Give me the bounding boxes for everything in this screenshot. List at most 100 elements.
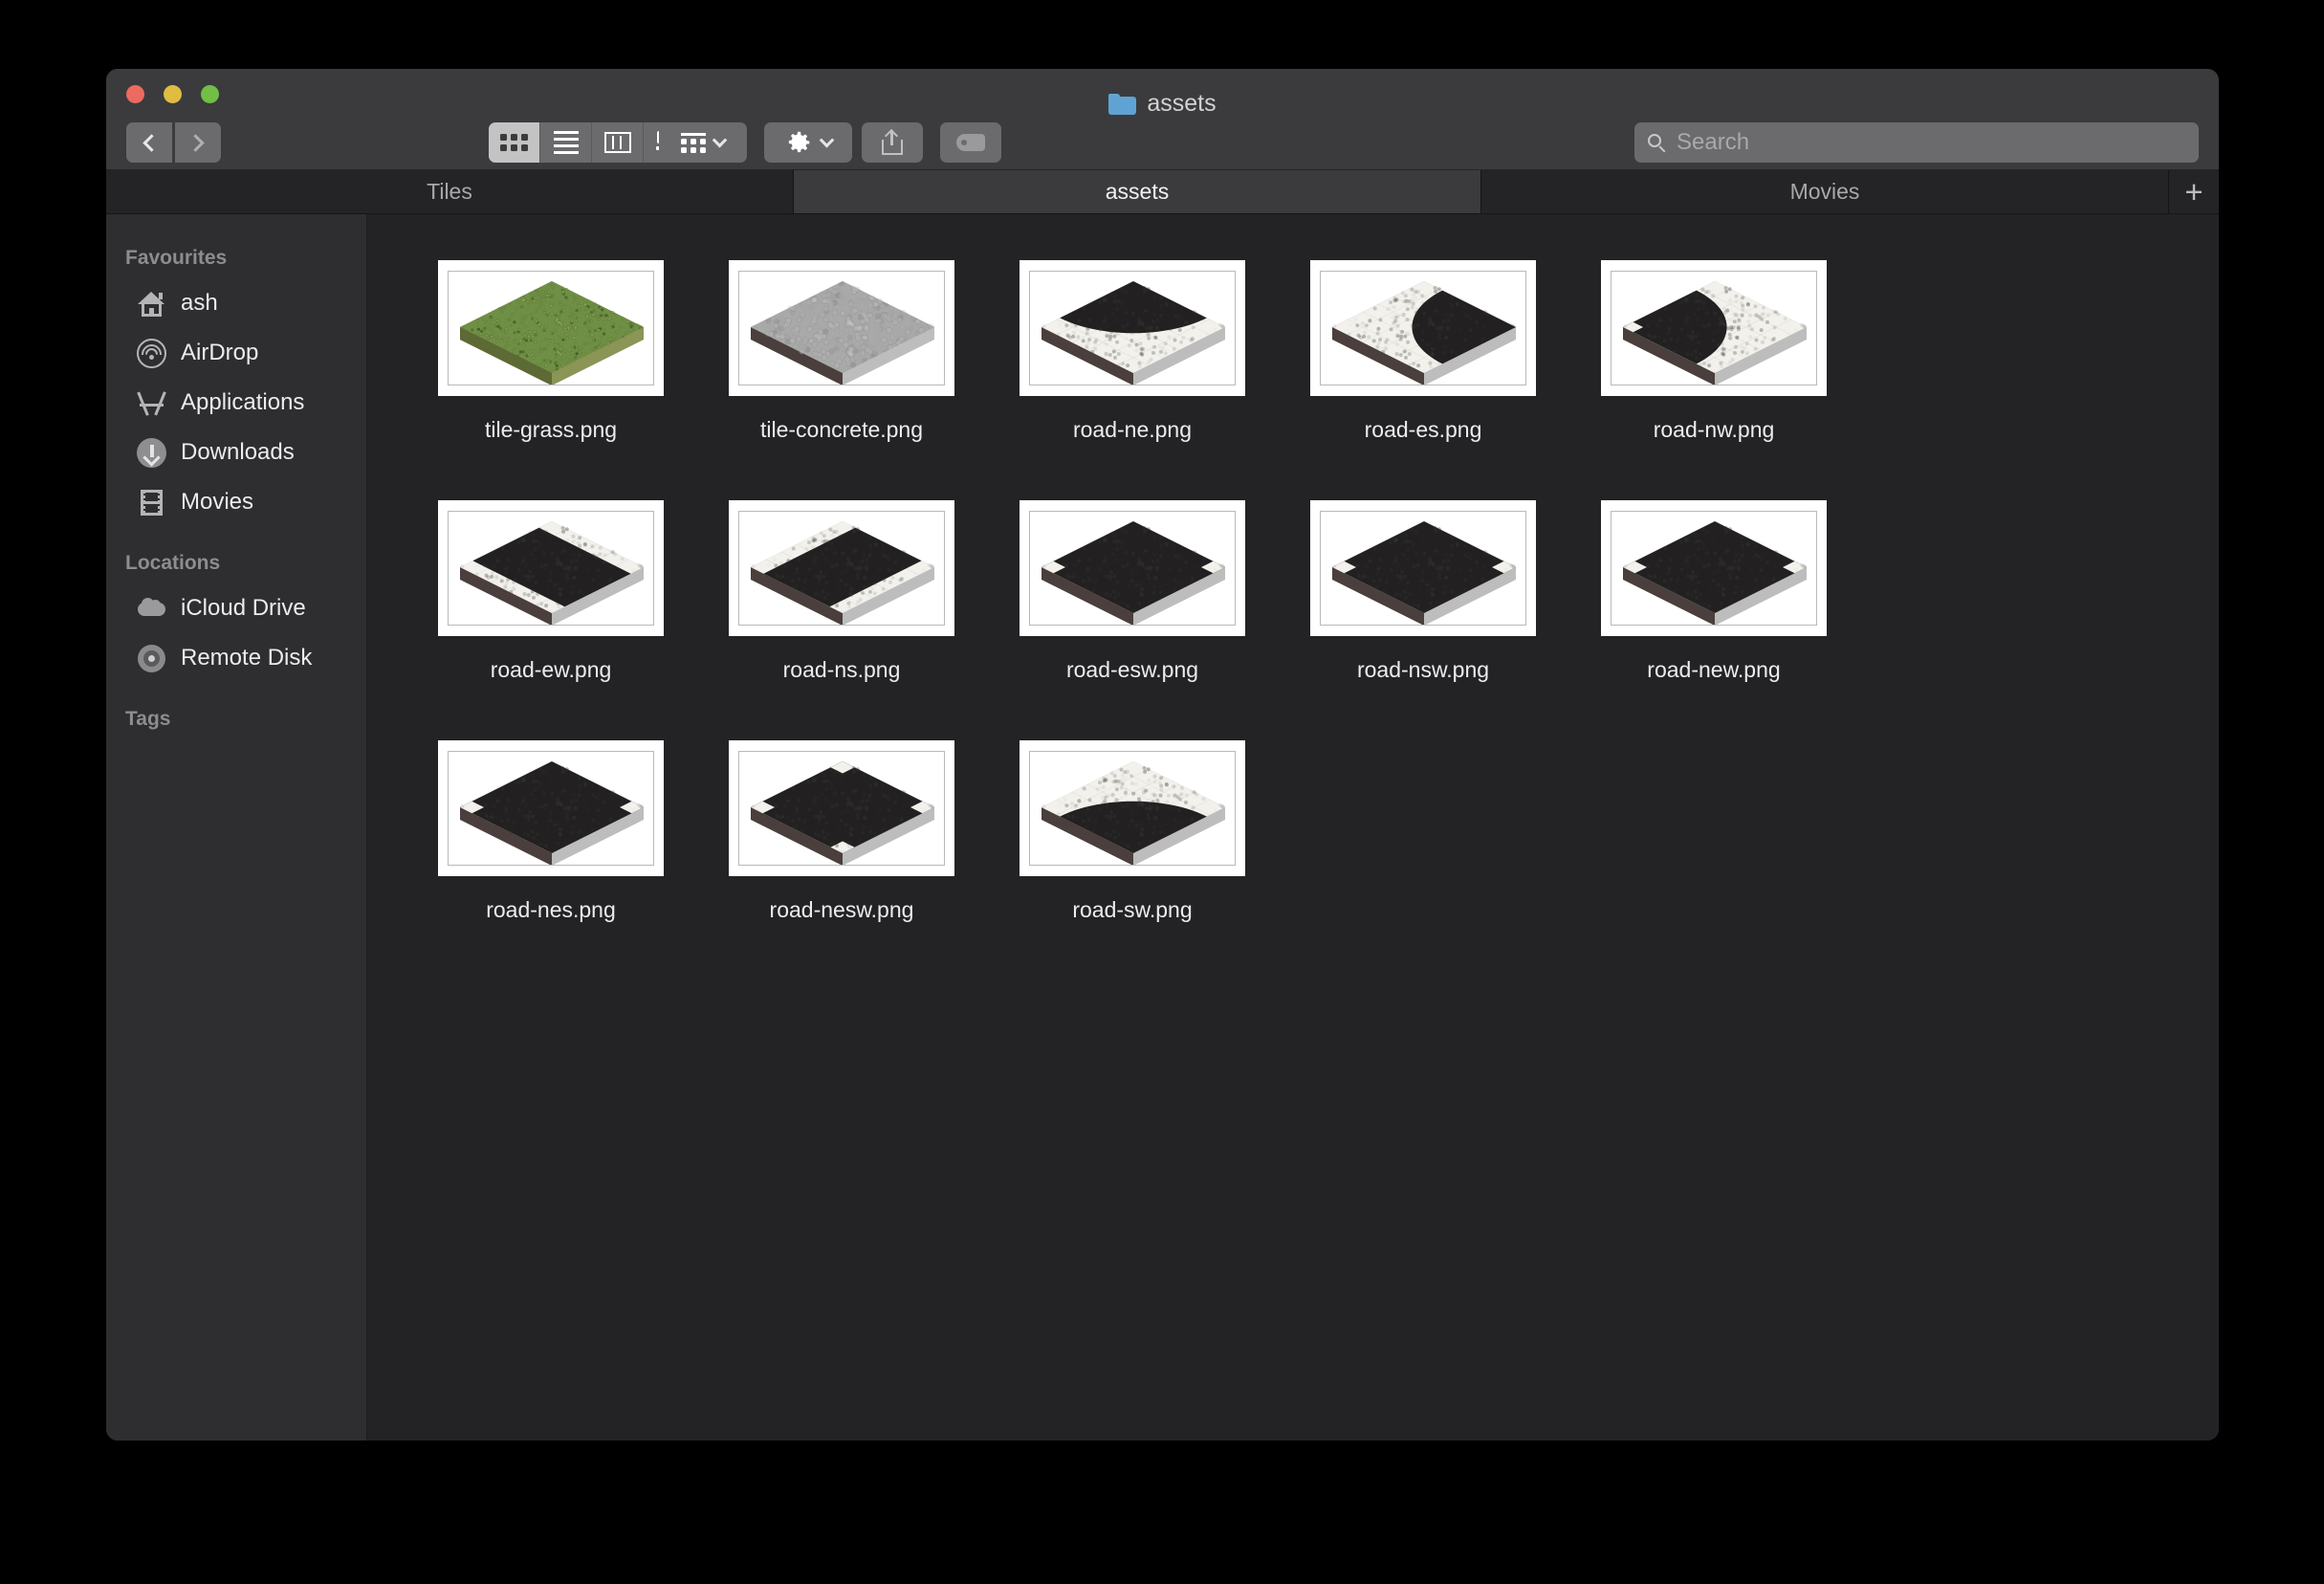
file-item[interactable]: road-nsw.png (1278, 500, 1568, 683)
file-thumbnail[interactable] (438, 260, 664, 396)
folder-icon (1108, 93, 1137, 115)
file-name-label[interactable]: road-ns.png (783, 657, 901, 683)
file-item[interactable]: road-es.png (1278, 260, 1568, 443)
file-thumbnail[interactable] (1019, 260, 1245, 396)
gear-icon (788, 131, 810, 153)
sidebar-item-label: Applications (181, 389, 305, 415)
file-item[interactable]: road-esw.png (987, 500, 1278, 683)
isometric-tile-image (1029, 751, 1236, 866)
isometric-tile-image (1611, 271, 1817, 385)
window-toolbar: assets Search (106, 69, 2219, 170)
sidebar-item-label: AirDrop (181, 340, 259, 365)
add-tag-button[interactable] (940, 122, 1001, 163)
search-placeholder: Search (1677, 129, 1750, 155)
forward-button[interactable] (175, 122, 221, 163)
file-item[interactable]: road-ew.png (406, 500, 696, 683)
file-item[interactable]: road-ns.png (696, 500, 987, 683)
isometric-tile-image (1320, 511, 1526, 626)
file-thumbnail[interactable] (438, 740, 664, 876)
file-browser-area[interactable]: tile-grass.png tile-concrete.png road-ne… (367, 214, 2219, 1441)
file-item[interactable]: road-sw.png (987, 740, 1278, 923)
file-name-label[interactable]: road-nesw.png (770, 897, 914, 923)
file-item[interactable]: tile-concrete.png (696, 260, 987, 443)
tab-movies[interactable]: Movies (1481, 170, 2169, 213)
window-title: assets (106, 90, 2219, 118)
tab-label: Tiles (427, 179, 472, 204)
file-name-label[interactable]: road-esw.png (1066, 657, 1198, 683)
isometric-tile-image (1611, 511, 1817, 626)
sidebar-item-label: Remote Disk (181, 645, 313, 671)
chevron-right-icon (186, 133, 205, 152)
file-thumbnail[interactable] (729, 740, 954, 876)
grid-icon (500, 134, 528, 151)
file-thumbnail[interactable] (729, 260, 954, 396)
action-menu-button[interactable] (764, 122, 852, 163)
group-icon (681, 132, 706, 153)
file-name-label[interactable]: road-nes.png (486, 897, 616, 923)
file-thumbnail[interactable] (1019, 500, 1245, 636)
file-thumbnail[interactable] (1601, 260, 1827, 396)
file-name-label[interactable]: road-ne.png (1073, 417, 1192, 443)
file-thumbnail[interactable] (1310, 500, 1536, 636)
applications-icon (137, 388, 166, 418)
sidebar-item-applications[interactable]: Applications (106, 378, 366, 428)
file-item[interactable]: road-nes.png (406, 740, 696, 923)
file-item[interactable]: road-nesw.png (696, 740, 987, 923)
isometric-tile-image (738, 511, 945, 626)
file-name-label[interactable]: tile-concrete.png (760, 417, 923, 443)
sidebar-item-downloads[interactable]: Downloads (106, 428, 366, 477)
isometric-tile-image (448, 271, 654, 385)
movies-icon (137, 488, 166, 517)
finder-window: assets Search Tiles assets Movies + Favo… (106, 69, 2219, 1441)
file-name-label[interactable]: road-sw.png (1072, 897, 1192, 923)
window-body: Favourites ash AirDrop Applications Down… (106, 214, 2219, 1441)
sidebar-header-favourites: Favourites (125, 247, 228, 269)
chevron-down-icon (712, 132, 728, 147)
list-icon (553, 131, 579, 154)
share-icon (882, 128, 903, 155)
sidebar-item-icloud-drive[interactable]: iCloud Drive (106, 583, 366, 633)
chevron-left-icon (143, 133, 161, 152)
share-button[interactable] (862, 122, 923, 163)
new-tab-button[interactable]: + (2169, 170, 2219, 213)
list-view-button[interactable] (540, 122, 592, 163)
search-input[interactable]: Search (1634, 122, 2199, 163)
tab-bar: Tiles assets Movies + (106, 170, 2219, 214)
tab-tiles[interactable]: Tiles (106, 170, 794, 213)
file-item[interactable]: tile-grass.png (406, 260, 696, 443)
isometric-tile-image (448, 511, 654, 626)
column-view-button[interactable] (592, 122, 644, 163)
back-button[interactable] (126, 122, 172, 163)
toolbar-controls: Search (106, 121, 2219, 170)
file-name-label[interactable]: tile-grass.png (485, 417, 617, 443)
file-thumbnail[interactable] (1601, 500, 1827, 636)
file-item[interactable]: road-ne.png (987, 260, 1278, 443)
file-thumbnail[interactable] (729, 500, 954, 636)
file-grid: tile-grass.png tile-concrete.png road-ne… (367, 260, 2219, 923)
file-name-label[interactable]: road-new.png (1647, 657, 1780, 683)
sidebar-item-remote-disk[interactable]: Remote Disk (106, 633, 366, 683)
file-item[interactable]: road-new.png (1568, 500, 1859, 683)
file-thumbnail[interactable] (1310, 260, 1536, 396)
group-by-button[interactable] (659, 122, 747, 163)
sidebar-item-ash[interactable]: ash (106, 278, 366, 328)
file-name-label[interactable]: road-es.png (1365, 417, 1482, 443)
file-name-label[interactable]: road-ew.png (491, 657, 612, 683)
file-name-label[interactable]: road-nw.png (1654, 417, 1775, 443)
window-title-text: assets (1147, 90, 1217, 117)
tab-assets[interactable]: assets (794, 170, 1481, 213)
sidebar-item-airdrop[interactable]: AirDrop (106, 328, 366, 378)
icon-view-button[interactable] (489, 122, 540, 163)
file-thumbnail[interactable] (438, 500, 664, 636)
tag-icon (956, 134, 985, 151)
file-name-label[interactable]: road-nsw.png (1357, 657, 1489, 683)
chevron-down-icon (819, 132, 835, 147)
isometric-tile-image (448, 751, 654, 866)
file-item[interactable]: road-nw.png (1568, 260, 1859, 443)
file-thumbnail[interactable] (1019, 740, 1245, 876)
sidebar-item-movies[interactable]: Movies (106, 477, 366, 527)
tab-label: Movies (1789, 179, 1860, 204)
downloads-icon (137, 437, 166, 468)
plus-icon: + (2184, 174, 2203, 209)
sidebar-header-tags: Tags (125, 708, 171, 730)
